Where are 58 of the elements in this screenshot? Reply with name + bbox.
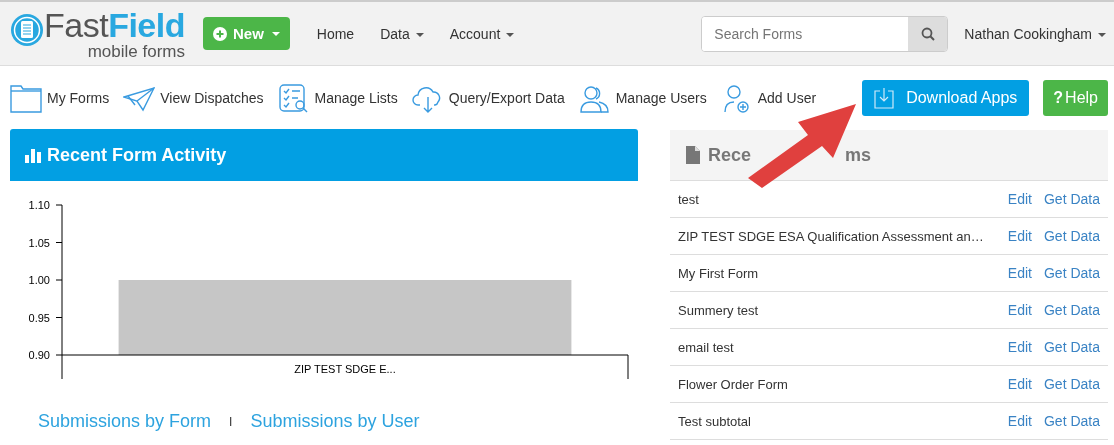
get-data-link[interactable]: Get Data [1043,413,1100,429]
new-button[interactable]: New [202,17,290,50]
edit-link[interactable]: Edit [1007,413,1032,429]
edit-link[interactable]: Edit [1007,191,1032,207]
search-field[interactable]: Search Forms [701,15,949,52]
panel-title: Recent Form Activity [47,144,227,166]
form-name: Test subtotal [678,413,752,429]
bar-chart-icon [25,147,41,163]
search-icon[interactable] [920,26,935,41]
get-data-link[interactable]: Get Data [1043,191,1100,207]
document-icon [686,146,700,164]
checklist-icon [277,83,310,113]
axis-tick-label: 0.90 [28,349,50,361]
users-icon [578,83,611,113]
toolbar-link[interactable]: View Dispatches [123,83,264,113]
download-apps-button[interactable]: Download Apps [862,80,1030,116]
edit-link[interactable]: Edit [1007,302,1032,318]
get-data-link[interactable]: Get Data [1043,265,1100,281]
axis-tick-label: 1.00 [28,274,50,286]
toolbar-link[interactable]: Query/Export Data [411,83,565,113]
form-name: My First Form [678,265,760,281]
panel-title: Rece [708,144,752,166]
get-data-link[interactable]: Get Data [1043,376,1100,392]
toolbar-link[interactable]: Manage Lists [277,83,398,113]
brand-tagline: mobile forms [87,42,185,60]
axis-tick-label: 0.95 [28,311,50,324]
toolbar-link[interactable]: Manage Users [578,83,707,113]
edit-link[interactable]: Edit [1007,228,1032,244]
get-data-link[interactable]: Get Data [1043,339,1100,355]
link-separator: I [229,414,233,429]
submissions-link[interactable]: Submissions by User [250,411,420,432]
toolbar-link[interactable]: My Forms [10,83,110,113]
edit-link[interactable]: Edit [1007,265,1032,281]
form-name: ZIP TEST SDGE ESA Qualification Assessment an… [678,228,985,244]
nav-link[interactable]: Account [436,25,528,42]
form-name: Flower Order Form [678,376,789,392]
axis-category-label: ZIP TEST SDGE E... [294,363,396,375]
axis-tick-label: 1.10 [28,199,50,211]
form-name: email test [678,339,735,355]
nav-link[interactable]: Home [303,25,368,42]
folder-icon [10,83,42,113]
edit-link[interactable]: Edit [1007,339,1032,355]
logo-icon [10,12,44,47]
user-menu[interactable]: Nathan Cookingham [964,25,1106,42]
plus-icon [212,26,227,41]
get-data-link[interactable]: Get Data [1043,302,1100,318]
form-name: test [678,191,700,207]
submissions-link[interactable]: Submissions by Form [38,411,212,432]
edit-link[interactable]: Edit [1007,376,1032,392]
get-data-link[interactable]: Get Data [1043,228,1100,244]
axis-tick-label: 1.05 [28,236,50,249]
download-icon [874,87,895,109]
brand-name: FastField [44,7,185,42]
help-button[interactable]: ?Help [1043,80,1108,116]
form-name: Summery test [678,302,760,318]
nav-link[interactable]: Data [367,25,437,42]
panel-title: ms [845,144,872,166]
toolbar-link[interactable]: Add User [720,83,817,113]
